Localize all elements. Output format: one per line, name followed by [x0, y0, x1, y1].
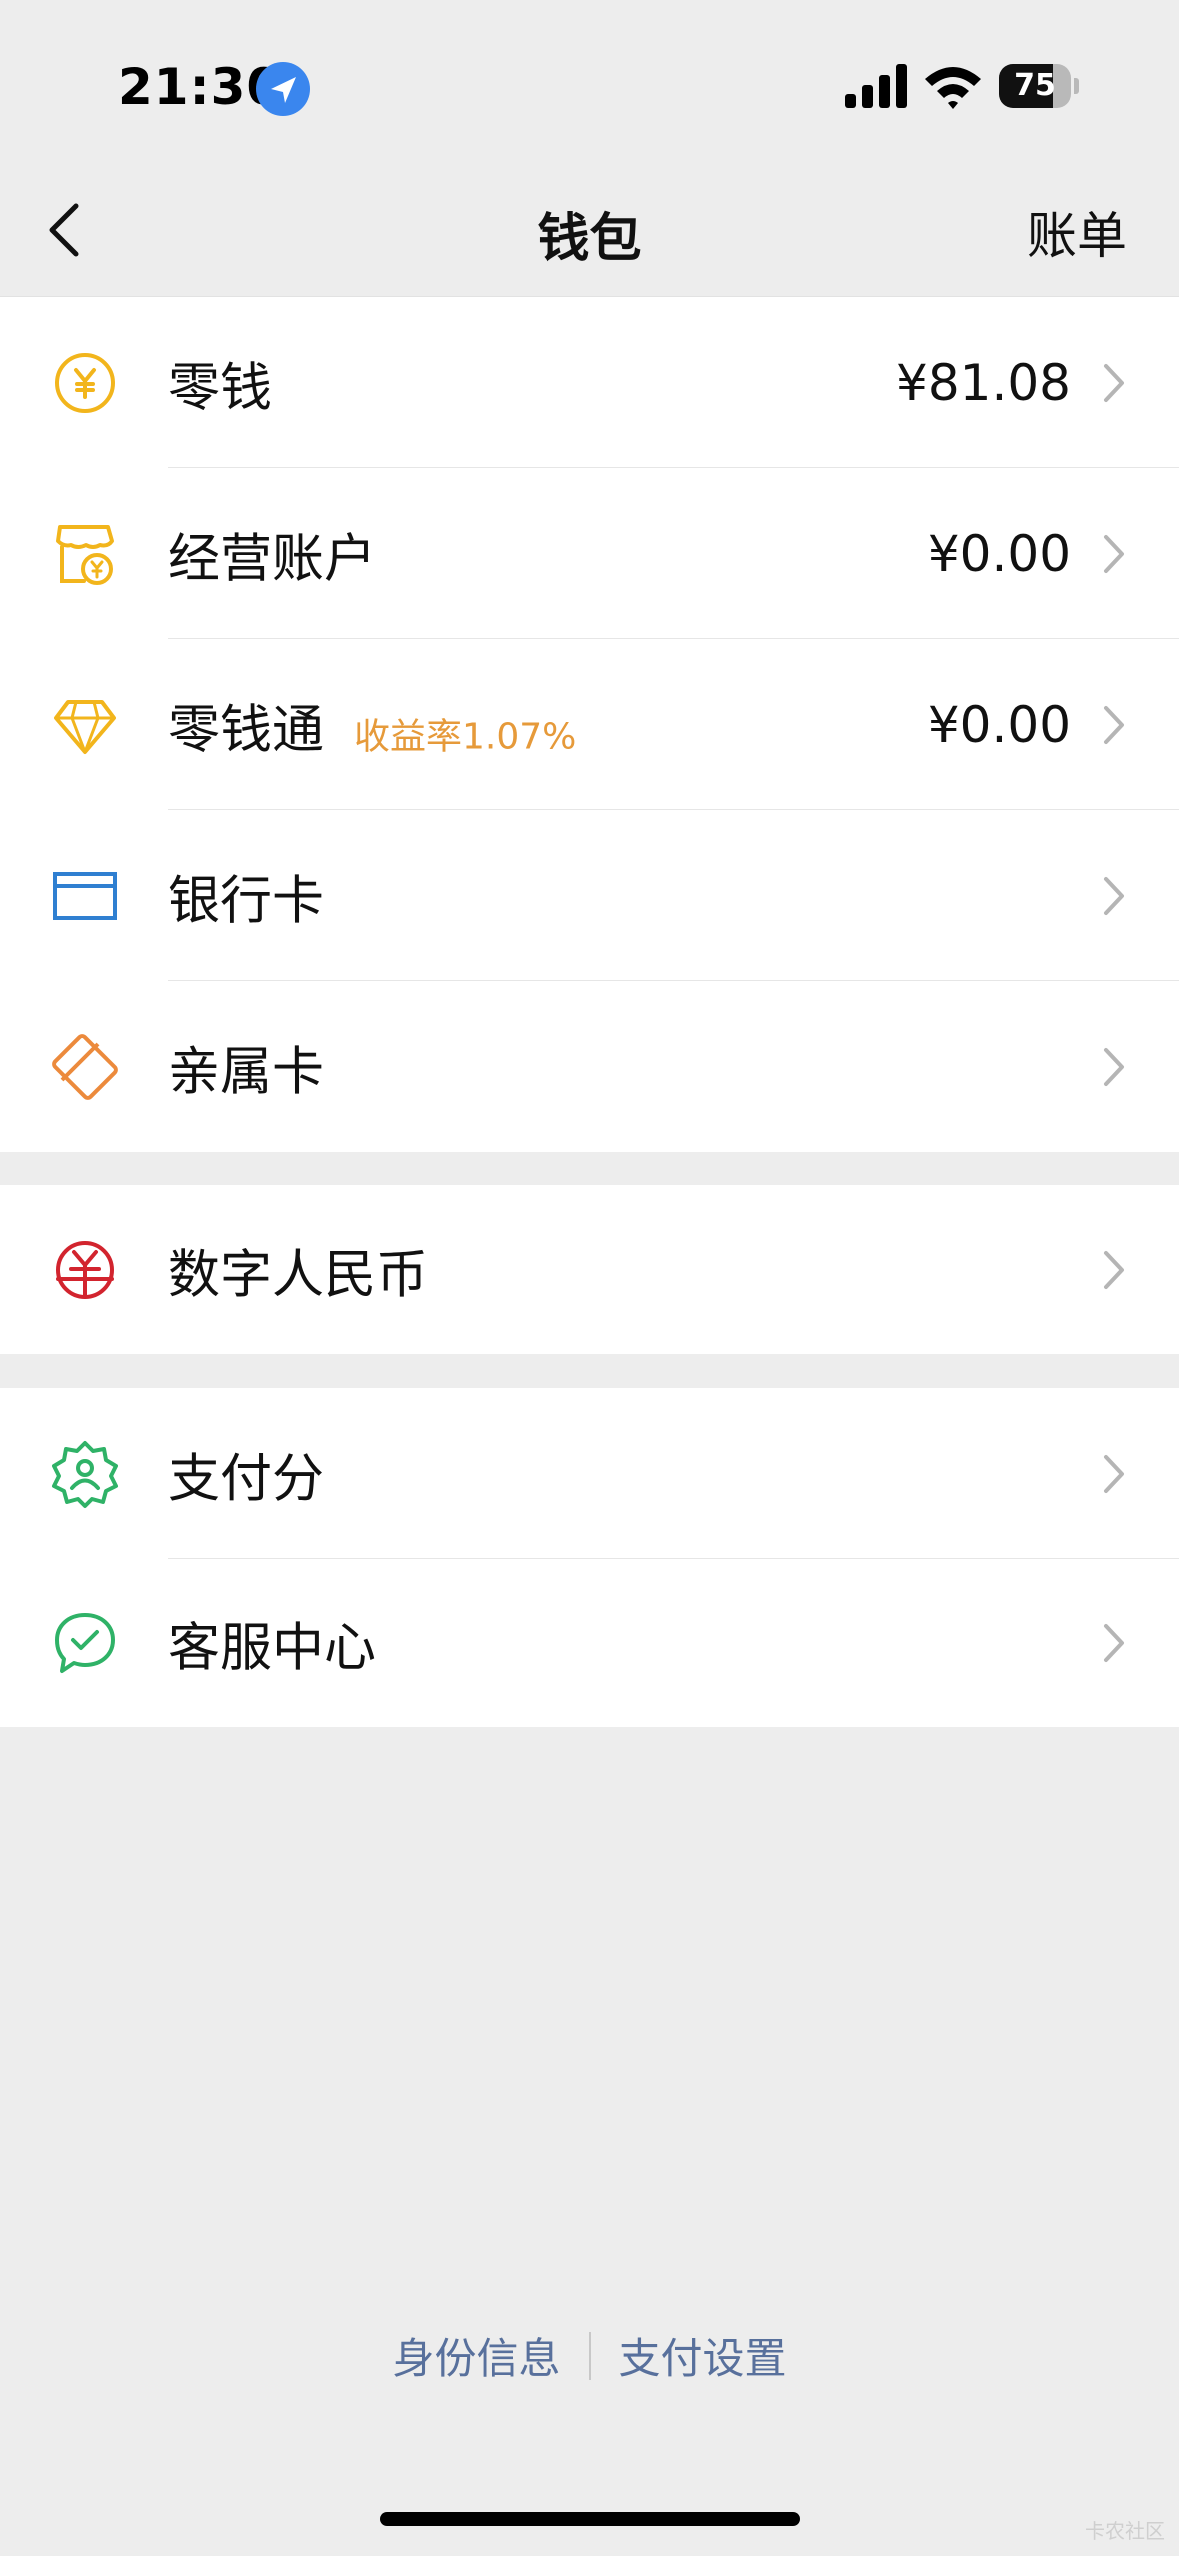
yuan-coin-icon [55, 352, 115, 413]
wifi-icon [925, 67, 981, 109]
row-customer-service[interactable]: 客服中心 [0, 1559, 1179, 1727]
row-family-card[interactable]: 亲属卡 [0, 981, 1179, 1152]
home-indicator[interactable] [380, 2512, 800, 2526]
row-label: 银行卡 [168, 871, 325, 931]
chevron-right-icon [1104, 705, 1124, 744]
chevron-right-icon [1104, 363, 1124, 402]
row-value: ¥81.08 [896, 353, 1071, 412]
identity-info-link[interactable]: 身份信息 [392, 2325, 560, 2386]
payment-settings-link[interactable]: 支付设置 [619, 2325, 787, 2386]
row-value: ¥0.00 [927, 524, 1071, 583]
row-business-account[interactable]: 经营账户 ¥0.00 [0, 468, 1179, 639]
battery-icon: 75 [999, 64, 1079, 108]
chevron-right-icon [1104, 1250, 1124, 1289]
row-change-plus[interactable]: 零钱通 收益率1.07% ¥0.00 [0, 639, 1179, 810]
row-label: 数字人民币 [168, 1245, 429, 1305]
chevron-right-icon [1104, 876, 1124, 915]
row-label: 经营账户 [168, 529, 377, 589]
diamond-icon [54, 699, 116, 754]
row-label: 客服中心 [168, 1618, 377, 1679]
navigation-bar: 钱包 账单 [0, 160, 1179, 295]
location-arrow-icon [256, 62, 310, 116]
row-bank-card[interactable]: 银行卡 [0, 810, 1179, 981]
chevron-right-icon [1104, 1047, 1124, 1086]
family-card-icon [52, 1033, 118, 1100]
row-value: ¥0.00 [927, 695, 1071, 754]
wallet-accounts-section: 零钱 ¥81.08 经营账户 ¥0.00 零钱通 收益率1.07% ¥0.00 银… [0, 296, 1179, 1152]
customer-service-icon [55, 1613, 115, 1673]
services-section: 支付分 客服中心 [0, 1388, 1179, 1727]
chevron-right-icon [1104, 1624, 1124, 1662]
yield-rate-badge: 收益率1.07% [354, 716, 577, 757]
row-label: 零钱通 收益率1.07% [168, 700, 577, 760]
footer-divider [588, 2331, 591, 2380]
row-digital-rmb[interactable]: 数字人民币 [0, 1185, 1179, 1354]
row-pay-score[interactable]: 支付分 [0, 1388, 1179, 1559]
row-label: 支付分 [168, 1449, 325, 1509]
cellular-signal-icon [845, 64, 907, 108]
digital-rmb-icon [56, 1240, 114, 1299]
row-label: 亲属卡 [168, 1042, 325, 1102]
footer-links: 身份信息 支付设置 [0, 2325, 1179, 2385]
chevron-right-icon [1104, 1454, 1124, 1493]
chevron-right-icon [1104, 534, 1124, 573]
status-bar: 21:30 75 [0, 0, 1179, 160]
row-label: 零钱 [168, 358, 273, 418]
bank-card-icon [53, 871, 117, 920]
row-change[interactable]: 零钱 ¥81.08 [0, 297, 1179, 468]
watermark: 卡农社区 [1085, 2519, 1165, 2543]
battery-percentage: 75 [1014, 68, 1056, 103]
page-title: 钱包 [537, 209, 642, 269]
bill-button[interactable]: 账单 [1027, 196, 1127, 268]
digital-currency-section: 数字人民币 [0, 1185, 1179, 1354]
shop-account-icon [56, 524, 114, 585]
pay-score-icon [52, 1440, 118, 1508]
